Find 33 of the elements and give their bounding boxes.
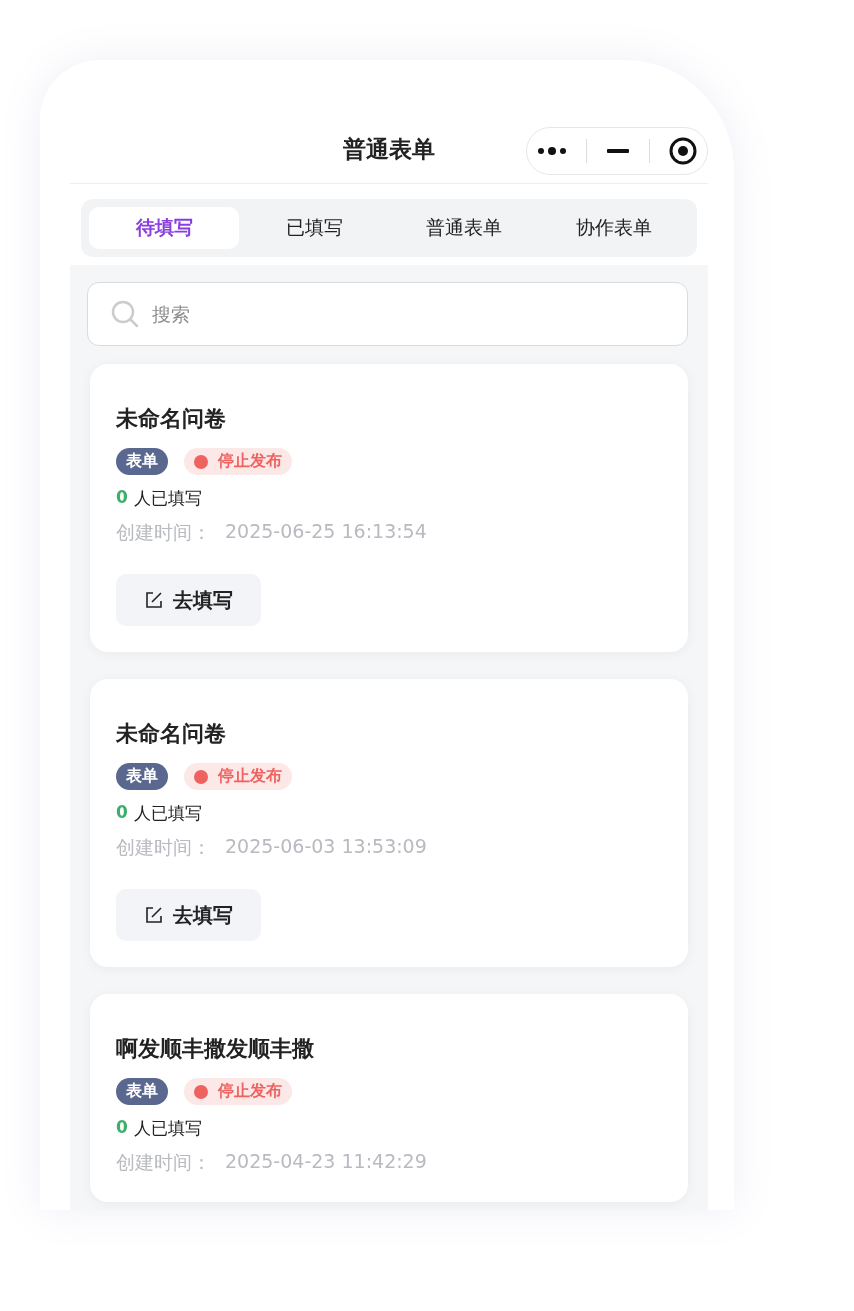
close-icon[interactable] bbox=[669, 137, 698, 165]
form-title: 未命名问卷 bbox=[116, 720, 227, 748]
status-tag: 停止发布 bbox=[184, 1078, 292, 1105]
status-tag: 停止发布 bbox=[184, 448, 292, 475]
count-label: 人已填写 bbox=[133, 1117, 202, 1140]
edit-icon bbox=[144, 591, 163, 609]
tab[interactable]: 普通表单 bbox=[389, 207, 539, 249]
tab[interactable]: 协作表单 bbox=[539, 207, 689, 249]
count-label: 人已填写 bbox=[133, 487, 202, 510]
status-tag: 停止发布 bbox=[184, 763, 292, 790]
created-label: 创建时间： bbox=[116, 835, 211, 860]
edit-icon bbox=[144, 906, 163, 924]
created-time: 2025-06-03 13:53:09 bbox=[225, 835, 427, 859]
fill-count: 0 bbox=[116, 802, 128, 824]
count-label: 人已填写 bbox=[133, 802, 202, 825]
search-field[interactable]: 搜索 bbox=[87, 282, 688, 346]
type-tag: 表单 bbox=[116, 448, 168, 475]
page-title: 普通表单 bbox=[343, 135, 435, 164]
type-tag: 表单 bbox=[116, 1078, 168, 1105]
form-title: 啊发顺丰撒发顺丰撒 bbox=[116, 1035, 315, 1063]
tab[interactable]: 已填写 bbox=[239, 207, 389, 249]
created-time: 2025-04-23 11:42:29 bbox=[225, 1150, 427, 1174]
created-label: 创建时间： bbox=[116, 1150, 211, 1175]
tab[interactable]: 待填写 bbox=[89, 207, 239, 249]
fill-count: 0 bbox=[116, 1117, 128, 1139]
fill-button[interactable]: 去填写 bbox=[116, 889, 261, 941]
more-icon[interactable] bbox=[536, 146, 567, 156]
fill-button[interactable]: 去填写 bbox=[116, 574, 261, 626]
fill-count: 0 bbox=[116, 487, 128, 509]
form-title: 未命名问卷 bbox=[116, 405, 227, 433]
created-time: 2025-06-25 16:13:54 bbox=[225, 520, 427, 544]
type-tag: 表单 bbox=[116, 763, 168, 790]
created-label: 创建时间： bbox=[116, 520, 211, 545]
